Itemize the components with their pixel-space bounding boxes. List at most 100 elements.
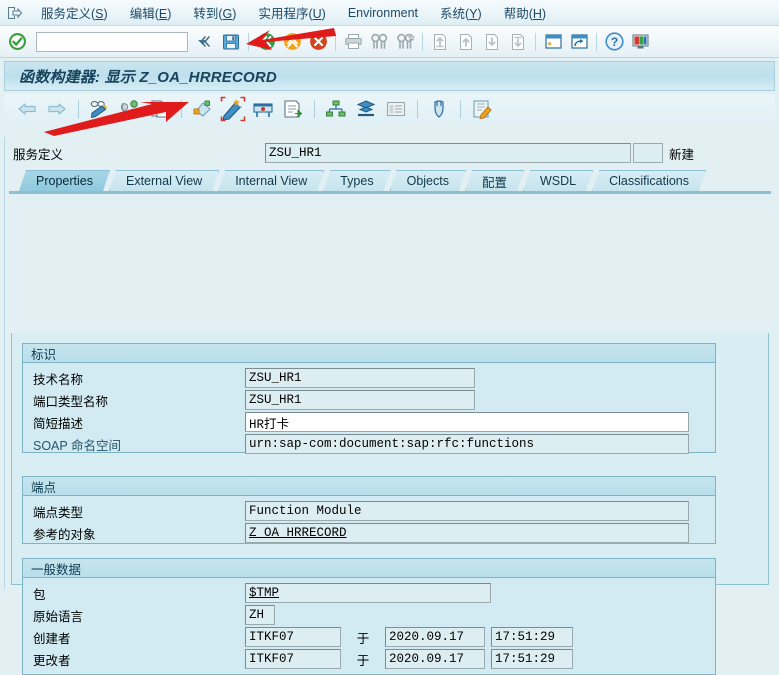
menu-accel-3: U [313,7,322,21]
help-icon[interactable]: ? [602,30,626,54]
menu-label-text-1: 编辑( [130,7,159,21]
notes-icon[interactable] [469,97,495,121]
menu-accel-5: Y [469,7,477,21]
documentation-icon[interactable] [383,97,409,121]
app-toolbar-separator [181,100,182,118]
referenced-object-hotspot[interactable]: Z_OA_HRRECORD [249,526,347,540]
back-icon[interactable] [254,30,278,54]
toolbar-separator [596,33,597,51]
menu-label-close-6: ) [542,7,546,21]
stack-icon[interactable] [353,97,379,121]
structure-icon[interactable] [323,97,349,121]
input-technical-name[interactable]: ZSU_HR1 [245,368,475,388]
field-row-soap-namespace: SOAP 命名空间 urn:sap-com:document:sap:rfc:f… [23,433,715,455]
create-session-icon[interactable] [541,30,565,54]
find-next-icon[interactable] [393,30,417,54]
print-icon[interactable] [341,30,365,54]
screen-title-bar: 函数构建器: 显示 Z_OA_HRRECORD [4,61,775,91]
tab-properties[interactable]: Properties [19,170,110,191]
tab-classifications[interactable]: Classifications [592,170,706,191]
input-soap-namespace[interactable]: urn:sap-com:document:sap:rfc:functions [245,434,689,454]
menu-item-goto[interactable]: 转到(G) [182,0,247,25]
green-check-enter-icon[interactable] [5,30,29,54]
input-referenced-object[interactable]: Z_OA_HRRECORD [245,523,689,543]
field-row-package: 包 $TMP [23,582,715,604]
input-created-by-user[interactable]: ITKF07 [245,627,341,647]
menu-item-help[interactable]: 帮助(H) [493,0,557,25]
insert-icon[interactable] [280,97,306,121]
tab-internal-view[interactable]: Internal View [218,170,324,191]
previous-page-icon[interactable] [454,30,478,54]
input-changed-by-user[interactable]: ITKF07 [245,649,341,669]
menu-item-utilities[interactable]: 实用程序(U) [247,0,336,25]
menu-label-text-3: 实用程序( [258,7,312,21]
menu-item-edit[interactable]: 编辑(E) [119,0,183,25]
input-short-description[interactable]: HR打卡 [245,412,689,432]
display-change-icon[interactable] [87,97,113,121]
active-annotation-icon[interactable] [220,97,246,121]
field-row-port-type-name: 端口类型名称 ZSU_HR1 [23,389,715,411]
system-toolbar: ? [0,26,779,58]
forward-arrow-icon[interactable] [44,97,70,121]
copy-object-icon[interactable] [147,97,173,121]
label-referenced-object: 参考的对象 [33,524,245,543]
tab-label-objects: Objects [407,174,449,188]
package-hotspot[interactable]: $TMP [249,586,279,600]
system-menu-icon[interactable] [4,4,24,22]
exit-icon[interactable] [280,30,304,54]
menu-item-system[interactable]: 系统(Y) [429,0,493,25]
menu-label-text-6: 帮助( [504,7,533,21]
label-changed-on-connector: 于 [341,650,385,669]
label-package: 包 [33,584,245,603]
menu-bar: 服务定义(S) 编辑(E) 转到(G) 实用程序(U) Environment … [0,0,779,26]
label-created-on-connector: 于 [341,628,385,647]
tab-types[interactable]: Types [323,170,390,191]
input-created-on-date[interactable]: 2020.09.17 [385,627,485,647]
input-port-type-name[interactable]: ZSU_HR1 [245,390,475,410]
single-test-icon[interactable] [190,97,216,121]
find-icon[interactable] [367,30,391,54]
input-endpoint-type[interactable]: Function Module [245,501,689,521]
app-toolbar-separator [417,100,418,118]
label-short-description: 简短描述 [33,413,245,432]
command-input[interactable] [37,33,197,51]
group-identification-title: 标识 [23,344,715,363]
back-arrow-icon[interactable] [14,97,40,121]
first-page-icon[interactable] [428,30,452,54]
menu-label-text-0: 服务定义( [41,7,95,21]
menu-label-text-2: 转到( [193,7,222,21]
next-page-icon[interactable] [480,30,504,54]
label-soap-namespace: SOAP 命名空间 [33,435,245,454]
app-toolbar-separator [460,100,461,118]
attach-icon[interactable] [426,97,452,121]
tab-wsdl[interactable]: WSDL [523,170,593,191]
create-shortcut-icon[interactable] [567,30,591,54]
toolbar-separator [535,33,536,51]
menu-label-close-3: ) [322,7,326,21]
menu-item-environment[interactable]: Environment [337,3,429,23]
input-changed-on-date[interactable]: 2020.09.17 [385,649,485,669]
new-button-label[interactable]: 新建 [669,144,694,163]
input-changed-on-time[interactable]: 17:51:29 [491,649,573,669]
service-definition-input[interactable]: ZSU_HR1 [265,143,631,163]
label-created-by: 创建者 [33,628,245,647]
collapse-command-icon[interactable] [193,30,217,54]
menu-item-service-definition[interactable]: 服务定义(S) [30,0,119,25]
function-group-icon[interactable] [250,97,276,121]
customize-layout-icon[interactable] [628,30,652,54]
tab-external-view[interactable]: External View [109,170,219,191]
cancel-icon[interactable] [306,30,330,54]
tab-configuration[interactable]: 配置 [465,170,524,191]
new-button-box[interactable] [633,143,663,163]
last-page-icon[interactable] [506,30,530,54]
command-field[interactable] [36,32,188,52]
label-port-type-name: 端口类型名称 [33,391,245,410]
toolbar-separator [335,33,336,51]
save-icon[interactable] [219,30,243,54]
input-created-on-time[interactable]: 17:51:29 [491,627,573,647]
tab-objects[interactable]: Objects [390,170,466,191]
where-used-icon[interactable] [117,97,143,121]
input-package[interactable]: $TMP [245,583,491,603]
input-original-language[interactable]: ZH [245,605,275,625]
tab-label-wsdl: WSDL [540,174,576,188]
